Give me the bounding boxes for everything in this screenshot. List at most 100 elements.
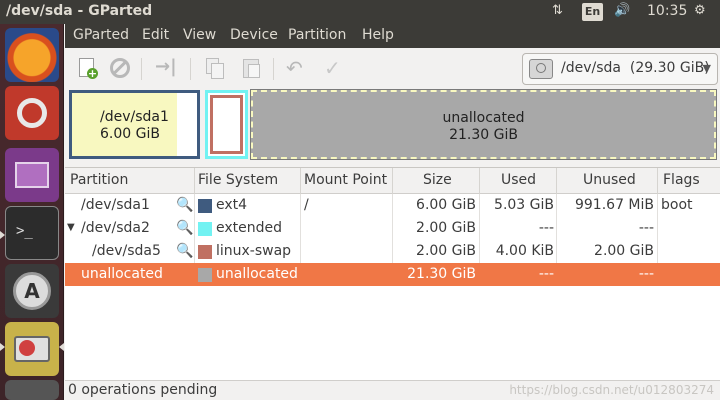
column-divider: [194, 194, 195, 217]
table-header: Partition File System Mount Point Size U…: [65, 168, 720, 194]
menu-view[interactable]: View: [183, 27, 216, 43]
focused-indicator: [59, 343, 64, 351]
paste-icon[interactable]: [239, 56, 263, 80]
menu-help[interactable]: Help: [362, 27, 394, 43]
delete-partition-icon[interactable]: [108, 56, 132, 80]
graph-unallocated[interactable]: unallocated 21.30 GiB: [250, 89, 717, 160]
device-selector[interactable]: /dev/sda (29.30 GiB) ▼: [522, 53, 718, 85]
app-launcher-icon[interactable]: [5, 148, 59, 202]
column-divider: [300, 240, 301, 263]
column-divider: [392, 168, 393, 194]
table-row-selected[interactable]: unallocated unallocated 21.30 GiB --- --…: [65, 263, 720, 286]
size: 21.30 GiB: [407, 266, 476, 282]
software-updater-launcher-icon[interactable]: A: [5, 264, 59, 318]
device-label: /dev/sda (29.30 GiB): [561, 60, 710, 76]
flags: boot: [661, 197, 693, 213]
power-icon[interactable]: ⚙: [694, 3, 706, 18]
table-row[interactable]: /dev/sda1 🔍 ext4 / 6.00 GiB 5.03 GiB 991…: [65, 194, 720, 217]
filesystem: unallocated: [216, 266, 298, 282]
network-icon[interactable]: ⇅: [552, 3, 563, 18]
column-divider: [556, 194, 557, 217]
resize-move-icon[interactable]: →|: [155, 56, 179, 80]
top-panel: /dev/sda - GParted ⇅ En 🔊 10:35 ⚙: [0, 0, 720, 24]
harddisk-icon: [529, 59, 553, 79]
column-divider: [300, 217, 301, 240]
toolbar-separator: [273, 58, 274, 80]
column-divider: [657, 168, 658, 194]
col-partition[interactable]: Partition: [70, 172, 128, 188]
partition-name: unallocated: [81, 266, 163, 282]
filesystem: ext4: [216, 197, 248, 213]
filesystem: extended: [216, 220, 283, 236]
column-divider: [556, 168, 557, 194]
menu-gparted[interactable]: GParted: [73, 27, 129, 43]
graph-partition-sda5[interactable]: [210, 95, 243, 154]
size: 6.00 GiB: [416, 197, 476, 213]
new-partition-icon[interactable]: +: [75, 56, 99, 80]
copy-icon[interactable]: [203, 56, 227, 80]
filesystem-color-swatch: [198, 245, 212, 259]
key-icon: 🔍: [176, 243, 194, 259]
col-mountpoint[interactable]: Mount Point: [304, 172, 387, 188]
graph-partition-label: /dev/sda1 6.00 GiB: [100, 109, 169, 142]
firefox-launcher-icon[interactable]: [5, 28, 59, 82]
key-icon: 🔍: [176, 220, 194, 236]
column-divider: [392, 240, 393, 263]
gparted-window: GParted Edit View Device Partition Help …: [65, 24, 720, 400]
unused: ---: [638, 220, 654, 236]
undo-icon[interactable]: ↶: [286, 56, 310, 80]
gparted-launcher-icon[interactable]: [5, 322, 59, 376]
filesystem-color-swatch: [198, 199, 212, 213]
graph-partition-sda1[interactable]: /dev/sda1 6.00 GiB: [69, 90, 200, 159]
clock[interactable]: 10:35: [647, 3, 687, 19]
size: 2.00 GiB: [416, 220, 476, 236]
key-icon: 🔍: [176, 197, 194, 213]
used: ---: [538, 266, 554, 282]
unused: 991.67 MiB: [574, 197, 654, 213]
menu-device[interactable]: Device: [230, 27, 278, 43]
table-row[interactable]: ▼ /dev/sda2 🔍 extended 2.00 GiB --- ---: [65, 217, 720, 240]
column-divider: [657, 240, 658, 263]
column-divider: [194, 168, 195, 194]
status-bar: 0 operations pending https://blog.csdn.n…: [65, 380, 720, 400]
graph-partition-sda2[interactable]: [205, 90, 248, 159]
col-unused[interactable]: Unused: [583, 172, 636, 188]
column-divider: [392, 217, 393, 240]
used: ---: [538, 220, 554, 236]
toolbar: + →| ↶ ✓ /dev/sda (29.30 GiB) ▼: [65, 48, 720, 88]
unused: 2.00 GiB: [594, 243, 654, 259]
toolbar-separator: [141, 58, 142, 80]
column-divider: [657, 217, 658, 240]
used: 4.00 KiB: [495, 243, 554, 259]
keyboard-layout-indicator[interactable]: En: [582, 3, 603, 21]
menu-edit[interactable]: Edit: [142, 27, 169, 43]
watermark: https://blog.csdn.net/u012803274: [509, 383, 714, 397]
col-used[interactable]: Used: [501, 172, 536, 188]
system-settings-launcher-icon[interactable]: [5, 86, 59, 140]
filesystem-color-swatch: [198, 222, 212, 236]
apply-icon[interactable]: ✓: [324, 56, 348, 80]
terminal-launcher-icon[interactable]: >_: [5, 206, 59, 260]
column-divider: [392, 194, 393, 217]
chevron-down-icon: ▼: [702, 62, 711, 75]
filesystem-color-swatch: [198, 268, 212, 282]
table-row[interactable]: /dev/sda5 🔍 linux-swap 2.00 GiB 4.00 KiB…: [65, 240, 720, 263]
menu-partition[interactable]: Partition: [288, 27, 346, 43]
column-divider: [479, 240, 480, 263]
window-title: /dev/sda - GParted: [6, 3, 153, 19]
col-size[interactable]: Size: [423, 172, 452, 188]
column-divider: [657, 194, 658, 217]
expander-arrow-icon[interactable]: ▼: [67, 222, 75, 233]
size: 2.00 GiB: [416, 243, 476, 259]
partition-table: Partition File System Mount Point Size U…: [65, 167, 720, 380]
column-divider: [479, 168, 480, 194]
partition-name: /dev/sda2: [81, 220, 150, 236]
column-divider: [479, 194, 480, 217]
column-divider: [479, 217, 480, 240]
toolbar-separator: [190, 58, 191, 80]
drive-launcher-icon[interactable]: [5, 380, 59, 400]
volume-icon[interactable]: 🔊: [614, 3, 630, 18]
col-flags[interactable]: Flags: [663, 172, 700, 188]
col-filesystem[interactable]: File System: [198, 172, 278, 188]
column-divider: [556, 240, 557, 263]
